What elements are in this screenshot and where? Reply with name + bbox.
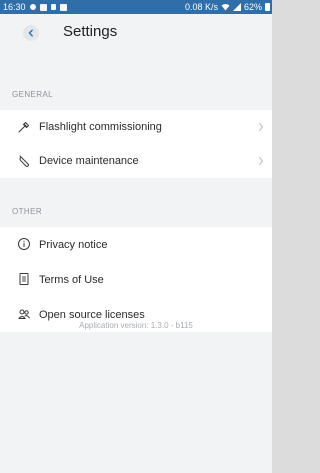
settings-item-label: Flashlight commissioning xyxy=(39,121,162,133)
battery-icon xyxy=(265,3,270,11)
document-icon xyxy=(19,273,29,285)
back-button[interactable] xyxy=(23,25,39,41)
settings-item-device-maintenance[interactable]: Device maintenance xyxy=(0,144,272,178)
section-header-other: OTHER xyxy=(0,203,272,221)
status-time: 16:30 xyxy=(3,2,26,12)
status-left: 16:30 xyxy=(3,0,67,14)
link-icon xyxy=(29,4,36,10)
settings-item-privacy-notice[interactable]: Privacy notice xyxy=(0,227,272,262)
chevron-right-icon xyxy=(259,157,264,165)
status-right: 0.08 K/s 62% xyxy=(185,0,270,14)
people-icon xyxy=(18,309,30,319)
chevron-left-icon xyxy=(28,29,33,37)
signal-icon xyxy=(232,3,241,11)
info-icon xyxy=(18,238,30,250)
settings-item-flashlight-commissioning[interactable]: Flashlight commissioning xyxy=(0,110,272,144)
section-label-other: OTHER xyxy=(12,207,42,216)
message-icon xyxy=(39,3,47,11)
page-title: Settings xyxy=(63,23,118,40)
status-speed: 0.08 K/s xyxy=(184,2,218,12)
section-label-general: GENERAL xyxy=(12,90,54,99)
wifi-icon xyxy=(221,4,230,11)
general-list: Flashlight commissioning Device maintena… xyxy=(0,110,272,178)
status-bar: 16:30 0.08 K/s 62% xyxy=(0,0,272,14)
settings-screen: 16:30 0.08 K/s 62% Settings GENERAL Flas… xyxy=(0,0,272,473)
settings-item-terms-of-use[interactable]: Terms of Use xyxy=(0,262,272,297)
flashlight-icon xyxy=(18,122,29,133)
status-battery-level: 62% xyxy=(243,2,262,12)
section-header-general: GENERAL xyxy=(0,86,272,104)
image-icon xyxy=(59,3,67,11)
settings-item-label: Terms of Use xyxy=(39,273,104,286)
usb-icon xyxy=(50,4,56,10)
settings-item-label: Open source licenses xyxy=(39,308,145,321)
chevron-right-icon xyxy=(259,123,264,131)
settings-item-label: Device maintenance xyxy=(39,155,139,167)
settings-item-label: Privacy notice xyxy=(39,238,108,251)
other-list: Privacy notice Terms of Use Open source … xyxy=(0,227,272,332)
app-version: Application version: 1.3.0 - b115 xyxy=(79,321,193,330)
wrench-icon xyxy=(19,155,29,167)
